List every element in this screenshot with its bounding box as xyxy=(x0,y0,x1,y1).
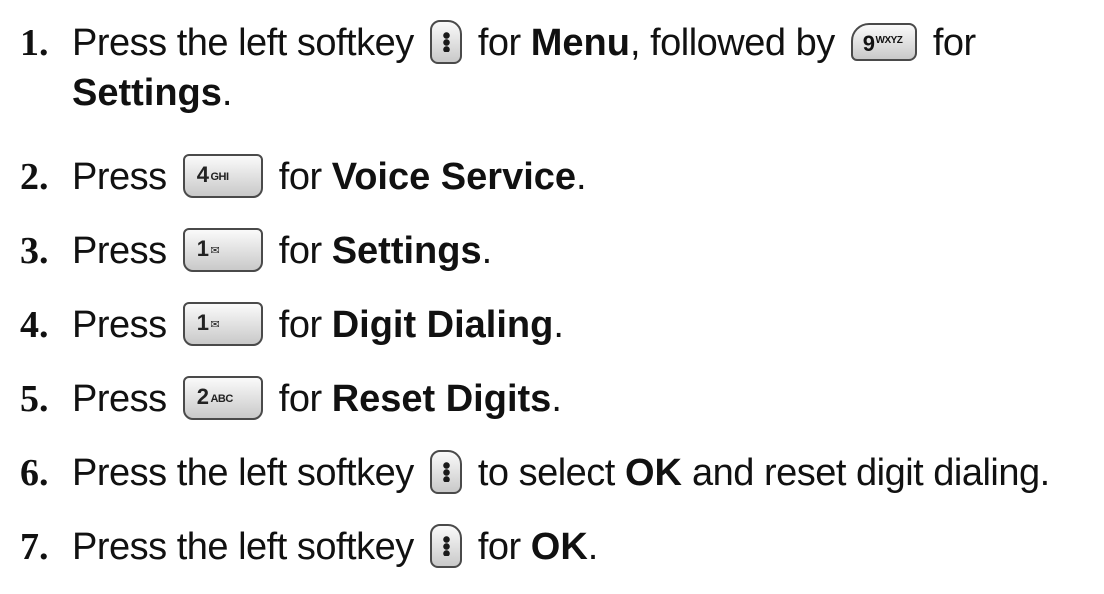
left-softkey-icon xyxy=(429,449,462,494)
left-softkey-icon xyxy=(429,19,462,64)
step-text: Press the left softkey to select OK and … xyxy=(72,448,1050,498)
digit-dialing-label: Digit Dialing xyxy=(331,304,554,346)
step-text-fragment: Press the left softkey xyxy=(72,22,414,64)
step-text-fragment: , followed by xyxy=(629,22,835,64)
step-number: 3. xyxy=(20,230,49,272)
step-text: Press the left softkey for OK. xyxy=(72,522,598,572)
step-number: 2. xyxy=(20,156,49,198)
key-1-icon: 1 ✉ xyxy=(182,227,263,272)
key-4-icon: 4 GHI xyxy=(182,153,263,198)
key-2-icon: 2 ABC xyxy=(182,375,263,420)
step-number: 7. xyxy=(20,526,49,568)
key-9-icon: 9WXYZ xyxy=(850,22,917,61)
ok-label: OK xyxy=(530,526,588,568)
instruction-steps: 1. Press the left softkey for Menu, foll… xyxy=(0,0,1104,594)
key-1-icon: 1 ✉ xyxy=(182,301,263,346)
step-text: Press the left softkey for Menu, followe… xyxy=(72,18,976,68)
step-text-fragment: for xyxy=(932,22,976,64)
menu-label: Menu xyxy=(530,22,630,64)
voice-service-label: Voice Service xyxy=(331,156,577,198)
settings-label: Settings xyxy=(72,72,222,114)
step-number: 1. xyxy=(20,22,49,64)
step-text: Press 1 ✉ for Settings. xyxy=(72,226,492,276)
settings-label: Settings xyxy=(331,230,482,272)
step-number: 5. xyxy=(20,378,49,420)
step-text: Press 1 ✉ for Digit Dialing. xyxy=(72,300,564,350)
left-softkey-icon xyxy=(429,523,462,568)
step-text-fragment: for xyxy=(477,22,521,64)
step-text: Press 4 GHI for Voice Service. xyxy=(72,152,587,202)
ok-label: OK xyxy=(624,452,682,494)
reset-digits-label: Reset Digits xyxy=(331,378,552,420)
step-text: Press 2 ABC for Reset Digits. xyxy=(72,374,562,424)
step-number: 6. xyxy=(20,452,49,494)
step-number: 4. xyxy=(20,304,49,346)
